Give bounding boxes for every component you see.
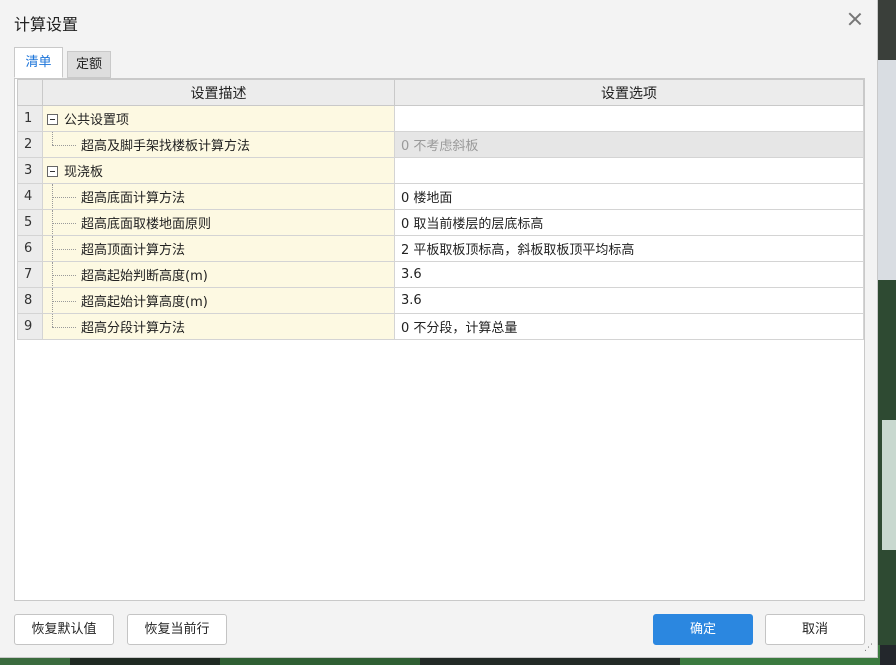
group-label: 现浇板 (64, 165, 104, 180)
row-label: 超高分段计算方法 (81, 321, 186, 336)
ok-button[interactable]: 确定 (653, 614, 753, 645)
row-option[interactable]: 0 取当前楼层的层底标高 (394, 209, 864, 236)
row-description: 超高顶面计算方法 (42, 235, 395, 262)
row-number: 7 (17, 261, 43, 288)
row-number: 2 (17, 131, 43, 158)
grid-header-desc: 设置描述 (42, 79, 395, 106)
row-description: 超高底面取楼地面原则 (42, 209, 395, 236)
calc-settings-dialog: 计算设置 清单 定额 设置描述 设置选项 1 公共设置项 2 超高及脚手架找楼板… (0, 0, 878, 658)
row-option[interactable] (394, 157, 864, 184)
table-row[interactable]: 1 公共设置项 (17, 105, 864, 132)
row-description: 超高底面计算方法 (42, 183, 395, 210)
row-description: 超高分段计算方法 (42, 313, 395, 340)
row-option[interactable]: 2 平板取板顶标高，斜板取板顶平均标高 (394, 235, 864, 262)
table-row[interactable]: 2 超高及脚手架找楼板计算方法 0 不考虑斜板 (17, 131, 864, 158)
row-label: 超高顶面计算方法 (81, 243, 186, 258)
table-row[interactable]: 6 超高顶面计算方法 2 平板取板顶标高，斜板取板顶平均标高 (17, 235, 864, 262)
table-row[interactable]: 9 超高分段计算方法 0 不分段，计算总量 (17, 313, 864, 340)
cancel-button[interactable]: 取消 (765, 614, 865, 645)
row-number: 1 (17, 105, 43, 132)
collapse-icon[interactable] (47, 166, 58, 177)
row-option[interactable]: 3.6 (394, 287, 864, 314)
background-viewport (878, 0, 896, 665)
row-number: 6 (17, 235, 43, 262)
row-description: 超高起始判断高度(m) (42, 261, 395, 288)
restore-current-row-button[interactable]: 恢复当前行 (127, 614, 227, 645)
row-description: 现浇板 (42, 157, 395, 184)
grid-header-option: 设置选项 (394, 79, 864, 106)
dialog-title: 计算设置 (14, 15, 79, 34)
collapse-icon[interactable] (47, 114, 58, 125)
row-description: 公共设置项 (42, 105, 395, 132)
table-row[interactable]: 5 超高底面取楼地面原则 0 取当前楼层的层底标高 (17, 209, 864, 236)
row-label: 超高起始计算高度(m) (81, 295, 208, 310)
table-row[interactable]: 8 超高起始计算高度(m) 3.6 (17, 287, 864, 314)
settings-grid: 设置描述 设置选项 1 公共设置项 2 超高及脚手架找楼板计算方法 0 不考虑斜… (17, 79, 864, 340)
row-number: 3 (17, 157, 43, 184)
row-label: 超高底面计算方法 (81, 191, 186, 206)
background-shape (878, 60, 896, 280)
row-number: 8 (17, 287, 43, 314)
table-row[interactable]: 7 超高起始判断高度(m) 3.6 (17, 261, 864, 288)
settings-grid-panel: 设置描述 设置选项 1 公共设置项 2 超高及脚手架找楼板计算方法 0 不考虑斜… (14, 78, 865, 601)
row-number: 4 (17, 183, 43, 210)
tab-quota[interactable]: 定额 (67, 51, 111, 78)
background-shape (882, 420, 896, 550)
restore-default-button[interactable]: 恢复默认值 (14, 614, 114, 645)
row-label: 超高底面取楼地面原则 (81, 217, 212, 232)
tab-bill[interactable]: 清单 (14, 47, 63, 78)
row-option: 0 不考虑斜板 (394, 131, 864, 158)
row-number: 5 (17, 209, 43, 236)
resize-grip-icon[interactable]: ⋰ (864, 643, 873, 653)
row-option[interactable]: 0 不分段，计算总量 (394, 313, 864, 340)
grid-header-row: 设置描述 设置选项 (17, 79, 864, 106)
row-label: 超高起始判断高度(m) (81, 269, 208, 284)
grid-header-num (17, 79, 43, 106)
row-option[interactable] (394, 105, 864, 132)
table-row[interactable]: 3 现浇板 (17, 157, 864, 184)
row-option[interactable]: 3.6 (394, 261, 864, 288)
table-row[interactable]: 4 超高底面计算方法 0 楼地面 (17, 183, 864, 210)
row-label: 超高及脚手架找楼板计算方法 (81, 139, 251, 154)
row-description: 超高起始计算高度(m) (42, 287, 395, 314)
row-option[interactable]: 0 楼地面 (394, 183, 864, 210)
row-description: 超高及脚手架找楼板计算方法 (42, 131, 395, 158)
row-number: 9 (17, 313, 43, 340)
close-icon[interactable] (845, 9, 865, 29)
group-label: 公共设置项 (64, 113, 130, 128)
